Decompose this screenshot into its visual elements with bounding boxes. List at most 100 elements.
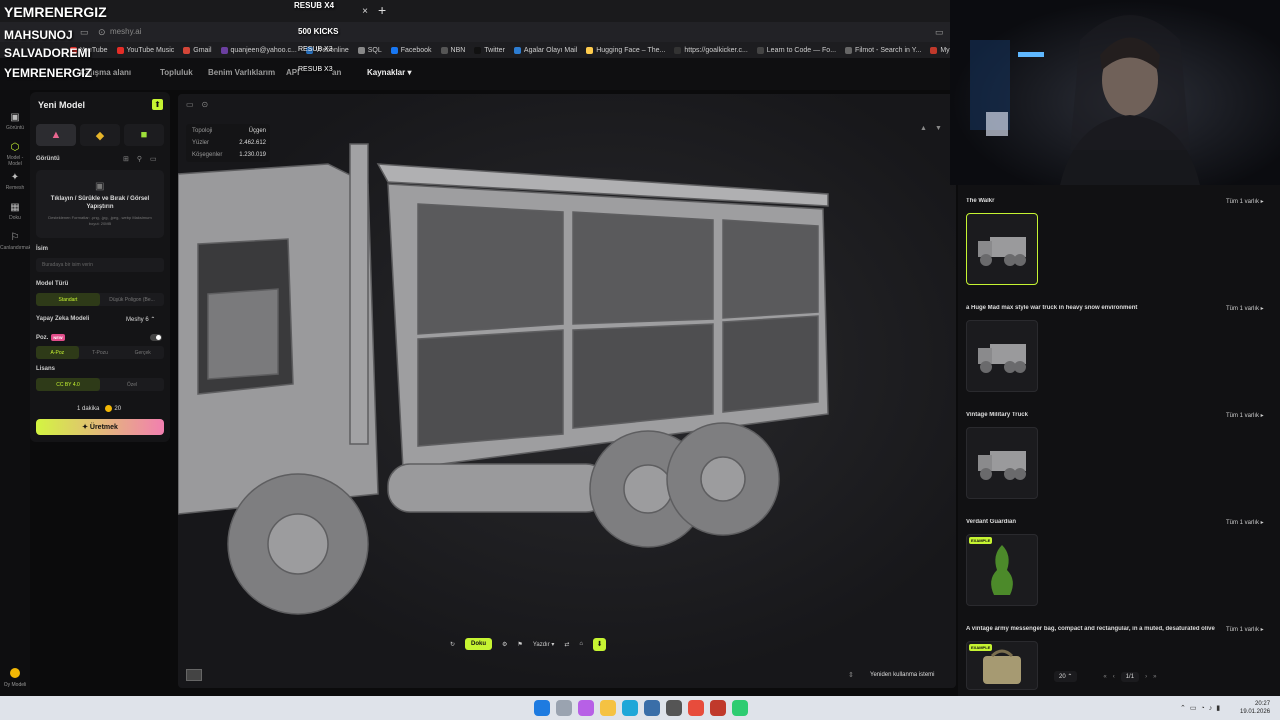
asset-view-all-link[interactable]: Tüm 1 varlık ▸ <box>1226 198 1264 205</box>
license-private[interactable]: Özel <box>100 378 164 391</box>
model-type-standard[interactable]: Standart <box>36 293 100 306</box>
generate-button[interactable]: ✦ Üretmek <box>36 419 164 435</box>
ai-model-label: Yapay Zeka Modeli <box>36 316 90 322</box>
asset-view-all-link[interactable]: Tüm 1 varlık ▸ <box>1226 519 1264 526</box>
name-label: İsim <box>36 246 49 252</box>
bookmark-item[interactable]: Myinstants | The lar <box>930 46 950 54</box>
animate-icon[interactable]: ⚑ <box>517 641 522 648</box>
rail-item[interactable]: ⚐ Canlandırmak <box>0 232 31 251</box>
close-icon[interactable]: × <box>362 6 368 17</box>
edge-icon[interactable] <box>622 700 638 716</box>
3d-viewport[interactable] <box>178 94 956 688</box>
expand-icon[interactable]: ⇕ <box>848 671 854 679</box>
thumbs-down-icon[interactable]: ▼ <box>935 125 950 132</box>
bookmark-item[interactable]: Agalar Olayı Mail <box>513 46 577 54</box>
pose-selector: A-Poz T-Pozu Gerçek <box>36 346 164 359</box>
rail-item[interactable]: ⬡ Model - Model <box>0 142 30 167</box>
copilot-icon[interactable] <box>578 700 594 716</box>
asset-view-all-link[interactable]: Tüm 1 varlık ▸ <box>1226 412 1264 419</box>
pose-t[interactable]: T-Pozu <box>79 346 122 359</box>
bookmark-item[interactable]: https://goalkicker.c... <box>674 46 748 54</box>
panel-action-button[interactable]: ⬆ <box>152 99 163 110</box>
viewport-mode-icons[interactable]: ▭⊙ <box>186 100 216 109</box>
image-section-icons[interactable]: ⊞⚲▭ <box>123 155 165 163</box>
thumbs-up-icon[interactable]: ▲ <box>920 125 935 132</box>
license-ccby[interactable]: CC BY 4.0 <box>36 378 100 391</box>
viewport-toolbar: ↻ Doku ⚙ ⚑ Yazdır ▾ ⇄ ⌂ ⬇ <box>450 635 690 653</box>
bookmark-item[interactable]: SQL <box>357 46 382 54</box>
bookmark-item[interactable]: Twitter <box>474 46 505 54</box>
asset-card[interactable] <box>966 320 1038 392</box>
bookmark-item[interactable]: Learn to Code — Fo... <box>756 46 836 54</box>
asset-thumbnail <box>991 545 1013 595</box>
last-page-icon[interactable]: » <box>1153 674 1156 680</box>
pose-real[interactable]: Gerçek <box>121 346 164 359</box>
download-button[interactable]: ⬇ <box>593 637 607 651</box>
name-input[interactable]: Buradaya bir isim verin <box>36 258 164 272</box>
asset-view-all-link[interactable]: Tüm 1 varlık ▸ <box>1226 305 1264 312</box>
asset-card[interactable] <box>966 213 1038 285</box>
bookmark-item[interactable]: Hugging Face – The... <box>586 46 665 54</box>
asset-card[interactable] <box>966 427 1038 499</box>
explorer-icon[interactable] <box>600 700 616 716</box>
pose-toggle[interactable] <box>150 334 162 341</box>
license-label: Lisans <box>36 366 56 372</box>
page-size-select[interactable]: 20 ⌃ <box>1054 671 1078 682</box>
remesh-icon[interactable]: ⚙ <box>502 641 507 648</box>
tab-multi-image[interactable]: ◆ <box>80 124 120 146</box>
bookmark-item[interactable]: NBN <box>440 46 466 54</box>
tab-text-to-3d[interactable]: ■ <box>124 124 164 146</box>
rail-item[interactable]: ✦ Remesh <box>0 172 30 191</box>
share-icon[interactable]: ⇄ <box>564 641 569 648</box>
cast-icon[interactable]: ▭ <box>935 27 944 38</box>
app2-icon[interactable] <box>732 700 748 716</box>
bookmark-favicon-icon <box>357 46 365 54</box>
reuse-prompt-button[interactable]: Yeniden kullanma istemi <box>870 672 934 678</box>
prev-page-icon[interactable]: ‹ <box>1113 674 1115 680</box>
next-page-icon[interactable]: › <box>1145 674 1147 680</box>
model-thumbnail[interactable] <box>186 669 202 681</box>
bookmark-item[interactable]: Facebook <box>390 46 432 54</box>
tab-list-icon[interactable]: ▭ <box>80 27 89 38</box>
nav-resources[interactable]: Kaynaklar ▾ <box>367 68 411 77</box>
site-info-icon[interactable]: ⊙ <box>98 27 106 38</box>
image-dropzone[interactable]: ▣ Tıklayın / Sürükle ve Bırak / Görsel Y… <box>36 170 164 238</box>
texture-button[interactable]: Doku <box>465 638 493 650</box>
bookmark-label: Gmail <box>193 46 212 54</box>
bookmark-item[interactable]: Gmail <box>183 46 212 54</box>
pose-a[interactable]: A-Poz <box>36 346 79 359</box>
bookmark-item[interactable]: YouTube Music <box>116 46 174 54</box>
rail-vote-model[interactable]: Oy Modeli <box>0 682 30 688</box>
first-page-icon[interactable]: « <box>1103 674 1106 680</box>
bookmark-item[interactable]: Filmot - Search in Y... <box>845 46 921 54</box>
asset-card[interactable]: EXAMPLE <box>966 641 1038 690</box>
rail-item[interactable]: ▣ Görüntü <box>0 112 30 131</box>
asset-card[interactable]: EXAMPLE <box>966 534 1038 606</box>
search-icon[interactable] <box>556 700 572 716</box>
pagination: 20 ⌃ « ‹ 1/1 › » <box>1054 671 1156 682</box>
rail-item[interactable]: ▦ Doku <box>0 202 30 221</box>
store-icon[interactable] <box>644 700 660 716</box>
taskbar-clock[interactable]: 20:27 19.01.2026 <box>1240 700 1270 716</box>
chrome-icon[interactable] <box>688 700 704 716</box>
tab-image-to-3d[interactable]: ▲ <box>36 124 76 146</box>
print-button[interactable]: Yazdır ▾ <box>533 641 555 648</box>
settings-icon[interactable] <box>666 700 682 716</box>
url-field[interactable]: meshy.ai <box>110 27 141 36</box>
system-tray-icons[interactable]: ⌃▭◔♪▮ <box>1180 704 1224 712</box>
new-tab-button[interactable]: + <box>378 2 386 18</box>
lock-icon[interactable]: ⌂ <box>579 641 583 647</box>
nav-community[interactable]: Topluluk <box>160 68 193 77</box>
browser-tab-close[interactable]: × <box>355 0 375 22</box>
nav-plan[interactable]: an <box>332 68 341 77</box>
bookmark-item[interactable]: quanjeen@yahoo.c... <box>220 46 297 54</box>
bookmark-label: NBN <box>450 46 466 54</box>
start-icon[interactable] <box>534 700 550 716</box>
rating-icons[interactable]: ▲▼ <box>920 125 950 132</box>
asset-view-all-link[interactable]: Tüm 1 varlık ▸ <box>1226 626 1264 633</box>
rotate-icon[interactable]: ↻ <box>450 641 455 648</box>
nav-my-assets[interactable]: Benim Varlıklarım <box>208 68 275 77</box>
ai-model-select[interactable]: Meshy 6 ⌃ <box>126 316 155 323</box>
model-type-lowpoly[interactable]: Düşük Poligon (Be... <box>100 293 164 306</box>
app-icon[interactable] <box>710 700 726 716</box>
